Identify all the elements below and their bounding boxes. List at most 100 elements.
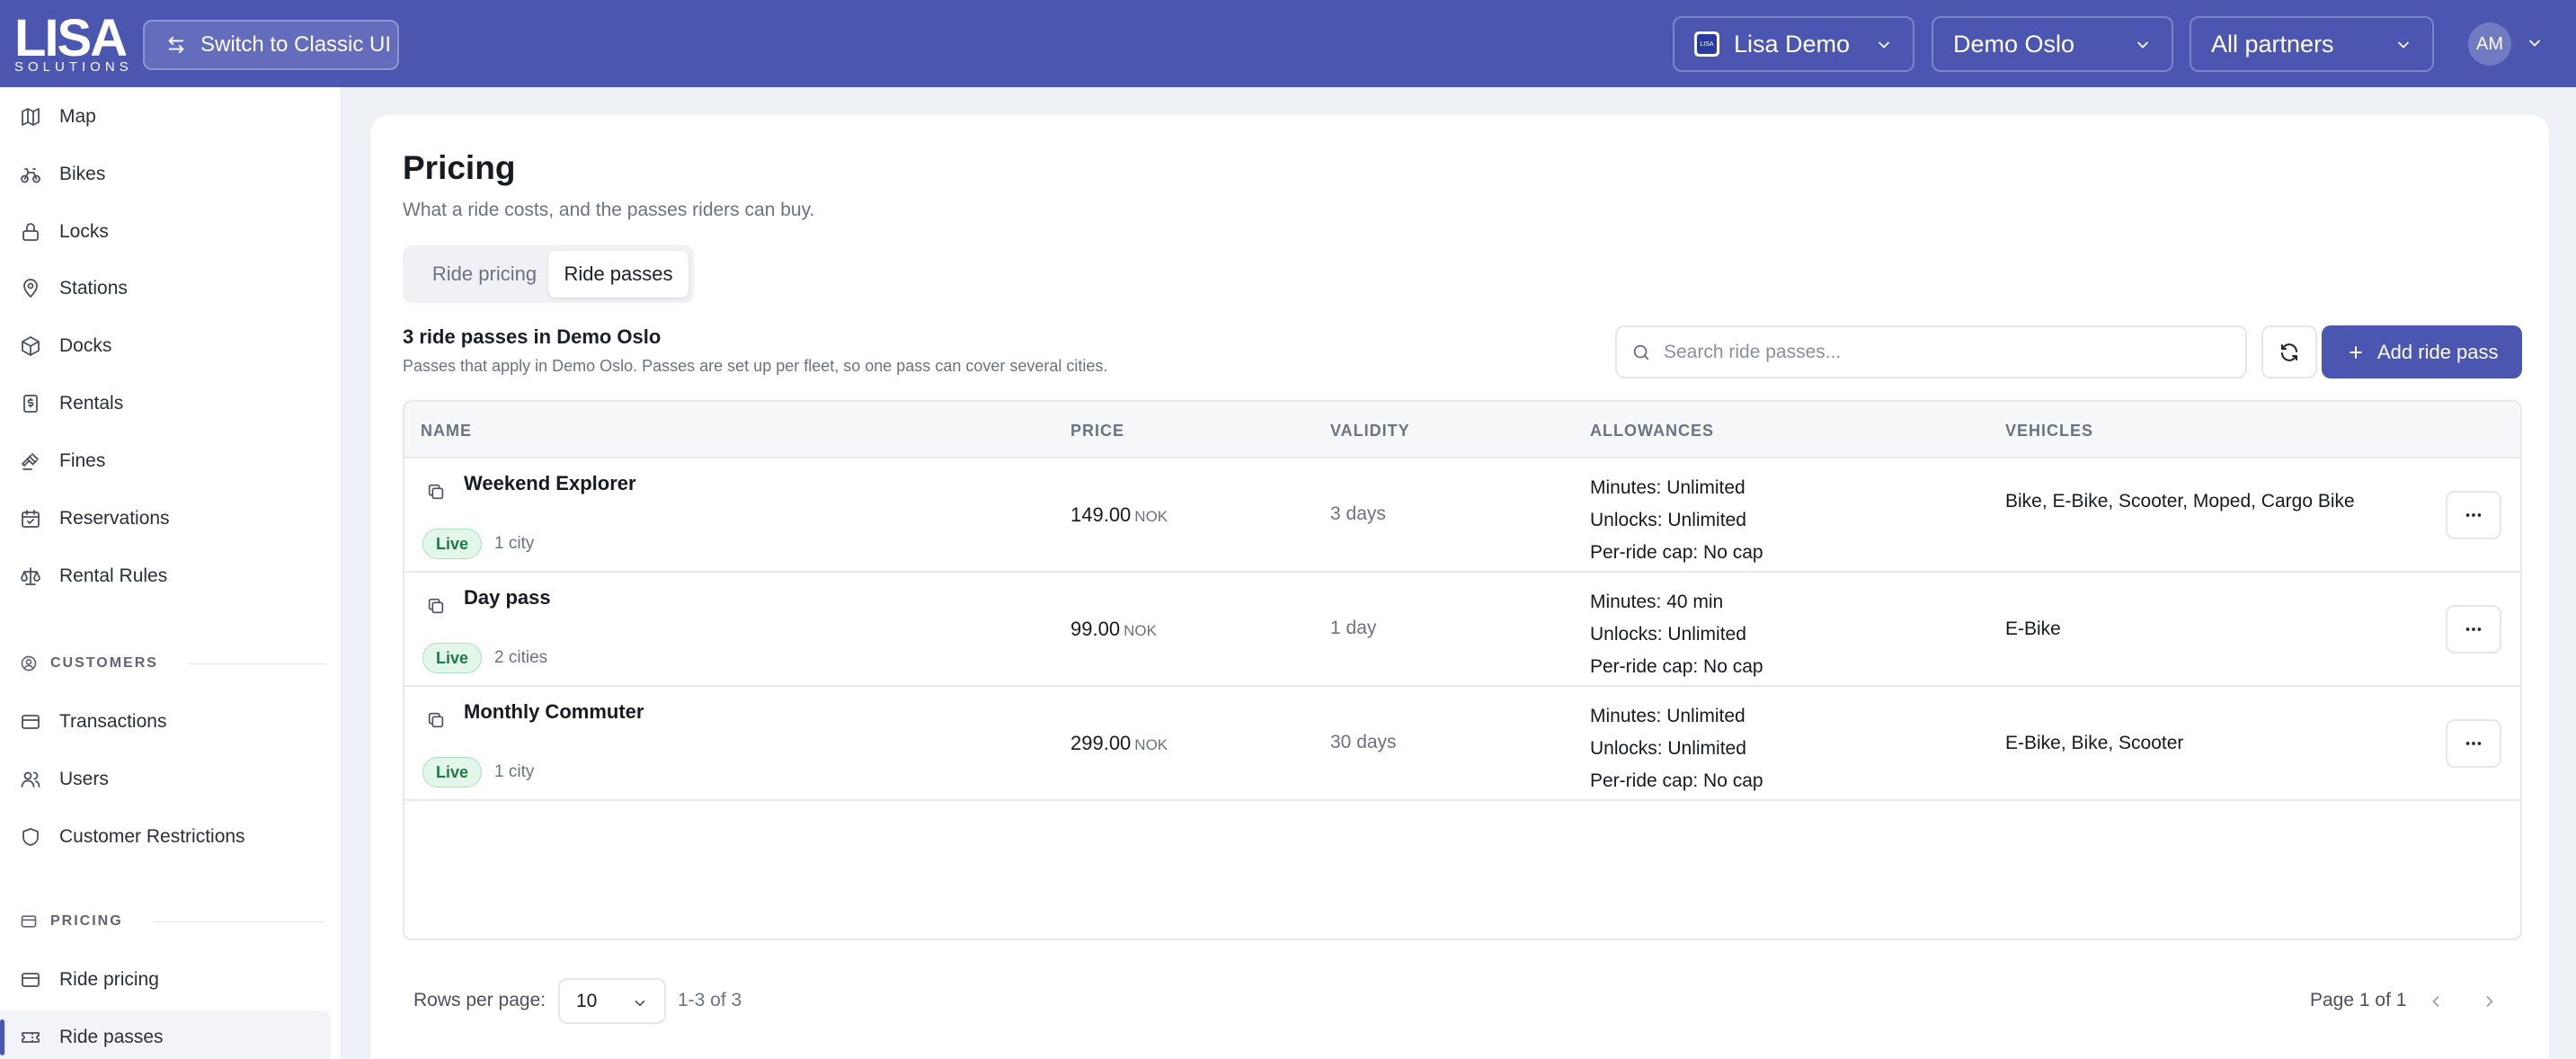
- page-indicator: Page 1 of 1: [2310, 990, 2407, 1010]
- table-row[interactable]: Monthly Commuter Live 1 city 299.00 NOK 3…: [404, 687, 2520, 801]
- pass-vehicles: E-Bike, Bike, Scooter: [2005, 733, 2184, 753]
- credit-card-icon: [21, 915, 37, 928]
- sidebar-item-bikes[interactable]: Bikes: [0, 147, 331, 201]
- chevron-left-icon: [2432, 996, 2439, 1007]
- chevron-down-icon: [2398, 41, 2409, 49]
- tab-ride-passes[interactable]: Ride passes: [548, 251, 688, 298]
- sidebar-item-label: Docks: [59, 335, 112, 356]
- divider: [188, 663, 325, 664]
- status-badge: Live: [422, 643, 482, 673]
- sidebar-item-rentals[interactable]: Rentals: [0, 377, 331, 431]
- calendar-icon: [22, 510, 40, 528]
- add-ride-pass-button[interactable]: Add ride pass: [2322, 325, 2522, 378]
- rows-per-page-label: Rows per page:: [413, 990, 546, 1010]
- copy-icon[interactable]: [426, 482, 446, 502]
- pass-allowances: Minutes: 40 min Unlocks: Unlimited Per-r…: [1590, 586, 1763, 683]
- sidebar-item-ride-pricing[interactable]: Ride pricing: [0, 953, 331, 1007]
- rows-per-page-select[interactable]: 10: [558, 978, 666, 1024]
- column-header-price[interactable]: PRICE: [1070, 422, 1124, 441]
- sidebar-item-label: Ride pricing: [59, 969, 159, 990]
- chevron-down-icon: [2137, 41, 2148, 49]
- sidebar-item-transactions[interactable]: Transactions: [0, 695, 331, 749]
- sidebar-item-label: Customer Restrictions: [59, 826, 245, 847]
- partner-label: All partners: [2211, 30, 2334, 58]
- next-page-button[interactable]: [2474, 985, 2506, 1018]
- ride-passes-table: NAME PRICE VALIDITY ALLOWANCES VEHICLES …: [403, 400, 2522, 940]
- search-icon: [1633, 344, 1649, 360]
- previous-page-button[interactable]: [2420, 985, 2452, 1018]
- chevron-down-icon: [635, 1000, 645, 1007]
- pass-name: Weekend Explorer: [464, 472, 636, 494]
- switch-classic-ui-label: Switch to Classic UI: [200, 32, 392, 57]
- column-header-allowances[interactable]: ALLOWANCES: [1590, 422, 1714, 441]
- sidebar-item-label: Users: [59, 769, 109, 789]
- pass-allowances: Minutes: Unlimited Unlocks: Unlimited Pe…: [1590, 472, 1763, 569]
- sidebar-item-label: Rental Rules: [59, 565, 168, 586]
- allowance-unlocks: Unlocks: Unlimited: [1590, 624, 1746, 645]
- organization-logo-icon: LISA: [1694, 31, 1719, 57]
- pass-price: 149.00 NOK: [1070, 503, 1168, 526]
- top-bar: LISA SOLUTIONS Switch to Classic UI LISA…: [0, 0, 2576, 87]
- users-icon: [21, 771, 40, 788]
- credit-card-icon: [22, 973, 40, 987]
- shield-icon: [22, 828, 39, 846]
- refresh-button[interactable]: [2261, 325, 2317, 378]
- copy-icon[interactable]: [426, 710, 446, 730]
- pass-count-title: 3 ride passes in Demo Oslo: [403, 325, 662, 348]
- logo-text: LISA: [14, 9, 128, 67]
- sidebar-item-docks[interactable]: Docks: [0, 319, 331, 373]
- currency: NOK: [1124, 622, 1157, 639]
- pass-vehicles: E-Bike: [2005, 618, 2061, 639]
- column-header-vehicles[interactable]: VEHICLES: [2005, 422, 2093, 441]
- table-row[interactable]: Weekend Explorer Live 1 city 149.00 NOK 3…: [404, 458, 2520, 573]
- column-header-name[interactable]: NAME: [421, 422, 472, 441]
- sidebar-item-customer-restrictions[interactable]: Customer Restrictions: [0, 810, 331, 864]
- lisa-logo[interactable]: LISA SOLUTIONS: [14, 9, 129, 75]
- sidebar-item-map[interactable]: Map: [0, 90, 331, 144]
- page-subtitle: What a ride costs, and the passes riders…: [403, 200, 815, 220]
- city-count: 2 cities: [494, 648, 548, 667]
- map-pin-icon: [23, 279, 38, 298]
- sidebar-item-ride-passes[interactable]: Ride passes: [0, 1010, 331, 1059]
- user-avatar[interactable]: AM: [2468, 22, 2511, 66]
- currency: NOK: [1134, 508, 1168, 525]
- copy-icon[interactable]: [426, 596, 446, 616]
- organization-select[interactable]: LISA Lisa Demo: [1673, 16, 1914, 72]
- sidebar: Map Bikes Locks Stations Docks Rentals F…: [0, 87, 342, 1059]
- rows-per-page-value: 10: [576, 990, 598, 1011]
- sidebar-item-reservations[interactable]: Reservations: [0, 492, 331, 546]
- credit-card-icon: [22, 715, 40, 729]
- status-badge: Live: [422, 529, 482, 559]
- search-input[interactable]: [1664, 341, 2221, 363]
- more-horizontal-icon: [2465, 742, 2482, 745]
- row-actions-button[interactable]: [2446, 605, 2501, 654]
- tab-ride-pricing[interactable]: Ride pricing: [408, 251, 561, 298]
- allowance-unlocks: Unlocks: Unlimited: [1590, 738, 1746, 759]
- table-row[interactable]: Day pass Live 2 cities 99.00 NOK 1 day Mi…: [404, 573, 2520, 687]
- section-header-pricing: PRICING: [20, 912, 325, 930]
- pagination-range: 1-3 of 3: [678, 990, 742, 1010]
- scale-icon: [21, 567, 40, 585]
- sidebar-item-fines[interactable]: Fines: [0, 434, 331, 488]
- sidebar-item-users[interactable]: Users: [0, 752, 331, 806]
- receipt-icon: [23, 395, 38, 413]
- switch-classic-ui-button[interactable]: Switch to Classic UI: [143, 20, 399, 70]
- city-select[interactable]: Demo Oslo: [1932, 16, 2173, 72]
- sidebar-item-locks[interactable]: Locks: [0, 205, 331, 259]
- pass-price: 99.00 NOK: [1070, 618, 1157, 640]
- page-title: Pricing: [403, 149, 516, 186]
- row-actions-button[interactable]: [2446, 491, 2501, 539]
- city-count: 1 city: [494, 762, 535, 781]
- sidebar-item-label: Locks: [59, 221, 109, 242]
- column-header-validity[interactable]: VALIDITY: [1330, 422, 1410, 441]
- partner-select[interactable]: All partners: [2190, 16, 2434, 72]
- allowance-unlocks: Unlocks: Unlimited: [1590, 510, 1746, 530]
- row-actions-button[interactable]: [2446, 719, 2501, 768]
- lock-icon: [22, 223, 39, 241]
- allowance-minutes: Minutes: Unlimited: [1590, 706, 1745, 726]
- allowance-cap: Per-ride cap: No cap: [1590, 770, 1763, 791]
- chevron-down-icon[interactable]: [2526, 34, 2544, 52]
- sidebar-item-rental-rules[interactable]: Rental Rules: [0, 549, 331, 603]
- sidebar-item-stations[interactable]: Stations: [0, 262, 331, 316]
- city-count: 1 city: [494, 534, 535, 553]
